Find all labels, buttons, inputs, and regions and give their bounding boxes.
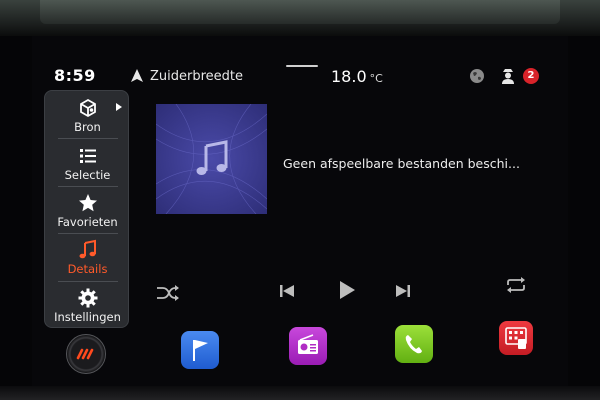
drag-handle[interactable] [286, 65, 318, 67]
sidebar-item-selectie[interactable]: Selectie [45, 141, 130, 187]
apps-grid-button[interactable] [499, 321, 533, 355]
divider [58, 138, 118, 139]
sidebar-item-details[interactable]: Details [45, 235, 130, 281]
no-playable-files-message: Geen afspeelbare bestanden beschi... [283, 156, 520, 171]
divider [58, 186, 118, 187]
music-note-icon [79, 239, 96, 259]
current-street[interactable]: Zuiderbreedte [150, 69, 243, 84]
navigation-app-button[interactable] [181, 331, 219, 369]
divider [58, 233, 118, 234]
phone-icon [405, 335, 422, 354]
display-bezel-bottom [0, 386, 600, 400]
bezel-reflection [40, 0, 560, 24]
shuffle-icon[interactable] [156, 283, 180, 303]
sidebar-item-label: Details [67, 262, 108, 276]
navigation-flag-icon [193, 340, 208, 361]
gear-icon [78, 288, 97, 308]
sidebar-item-label: Selectie [64, 168, 111, 182]
notification-badge: 2 [523, 68, 539, 84]
temperature-unit: °C [369, 72, 383, 85]
navigation-arrow-icon [131, 69, 143, 82]
temperature[interactable]: 18.0 °C [331, 67, 383, 86]
repeat-icon[interactable] [505, 276, 527, 294]
sidebar-item-label: Bron [74, 120, 101, 134]
music-note-placeholder-icon [196, 140, 228, 175]
sidebar-item-bron[interactable]: Bron [45, 93, 130, 139]
radio-app-button[interactable] [289, 327, 327, 365]
apps-grid-icon [505, 327, 527, 349]
phone-app-button[interactable] [395, 325, 433, 363]
temperature-value: 18.0 [331, 67, 367, 86]
play-icon[interactable] [337, 279, 357, 301]
list-icon [79, 149, 96, 163]
submenu-arrow-icon [116, 103, 122, 111]
status-bar: 8:59 Zuiderbreedte 18.0 °C 2 [0, 65, 600, 88]
sidebar-menu: Bron Selectie Favorieten Details Instell… [44, 90, 129, 328]
divider [58, 281, 118, 282]
display-bezel-top [0, 0, 600, 36]
assistant-agent-icon[interactable] [499, 67, 517, 85]
next-track-icon[interactable] [395, 283, 411, 299]
previous-track-icon[interactable] [279, 283, 295, 299]
globe-icon[interactable] [469, 68, 485, 84]
album-art [156, 104, 267, 214]
home-stripes-icon [76, 348, 94, 360]
home-button[interactable] [66, 334, 106, 374]
sidebar-item-label: Favorieten [57, 215, 118, 229]
source-icon [79, 98, 96, 118]
radio-icon [298, 334, 318, 354]
clock: 8:59 [54, 66, 96, 85]
sidebar-item-favorieten[interactable]: Favorieten [45, 188, 130, 234]
sidebar-item-instellingen[interactable]: Instellingen [45, 283, 130, 329]
star-icon [78, 194, 97, 212]
sidebar-item-label: Instellingen [54, 310, 121, 324]
